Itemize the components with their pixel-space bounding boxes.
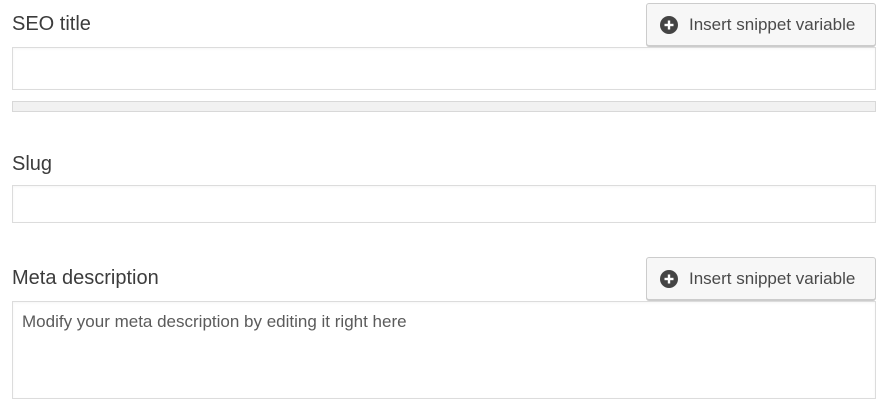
meta-description-textarea[interactable]: Modify your meta description by editing …: [12, 301, 876, 399]
meta-description-insert-snippet-button[interactable]: Insert snippet variable: [646, 257, 876, 300]
seo-title-label: SEO title: [12, 13, 91, 35]
seo-title-insert-snippet-button[interactable]: Insert snippet variable: [646, 3, 876, 46]
plus-circle-icon: [660, 15, 678, 34]
plus-circle-icon: [660, 269, 678, 288]
snippet-button-label: Insert snippet variable: [689, 14, 856, 34]
slug-input[interactable]: [12, 185, 876, 223]
meta-description-label: Meta description: [12, 267, 159, 289]
meta-description-placeholder: Modify your meta description by editing …: [22, 312, 407, 331]
snippet-button-label: Insert snippet variable: [689, 268, 856, 288]
seo-title-input[interactable]: [12, 47, 876, 90]
slug-label: Slug: [12, 153, 53, 175]
seo-title-length-progress: [12, 101, 876, 112]
